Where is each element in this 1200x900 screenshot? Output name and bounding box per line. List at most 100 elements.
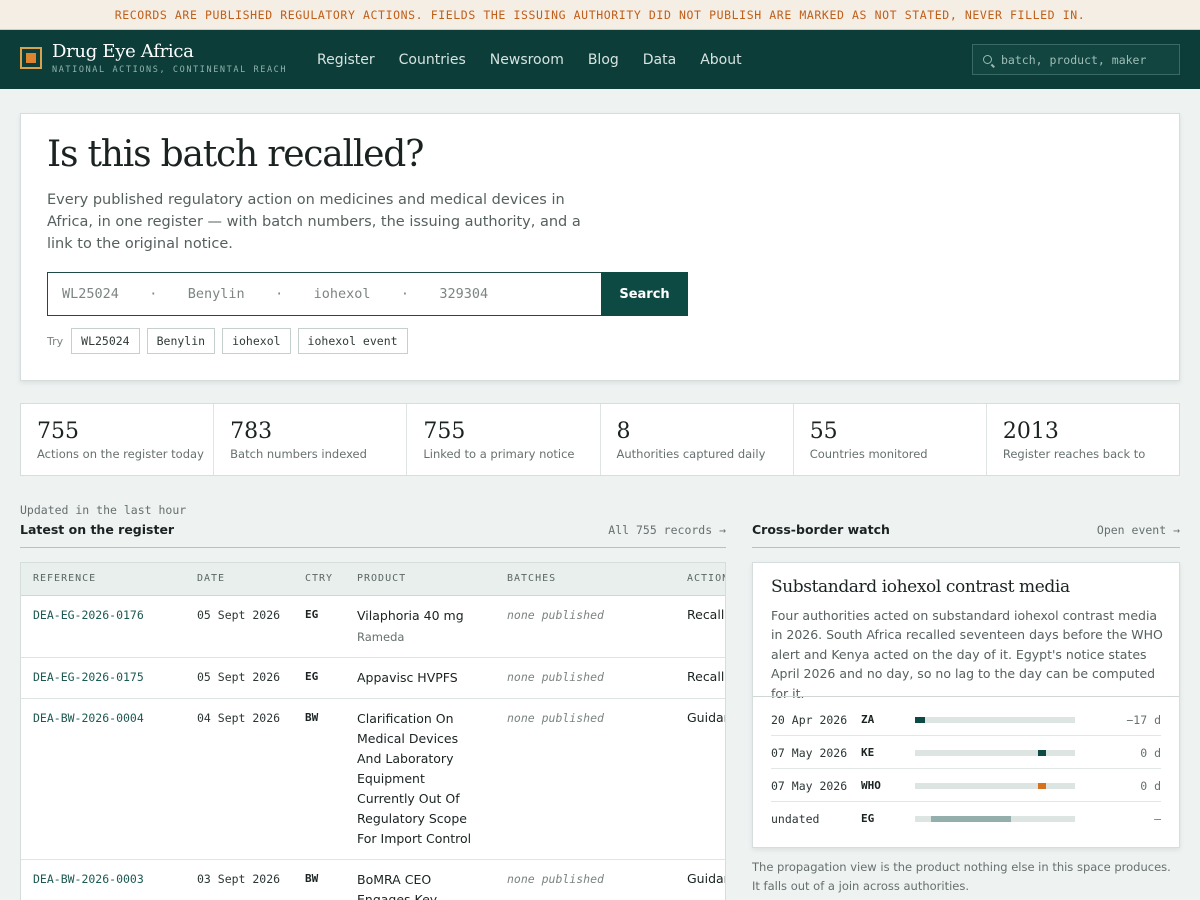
stat-label: Authorities captured daily <box>616 447 766 461</box>
timeline-date: 20 Apr 2026 <box>771 713 848 727</box>
timeline-row: 07 May 2026 WHO 0 d <box>771 769 1161 802</box>
nav-blog[interactable]: Blog <box>588 52 619 68</box>
row-reference-link[interactable]: DEA-EG-2026-0175 <box>21 657 185 699</box>
table-row[interactable]: DEA-EG-2026-0175 05 Sept 2026 EG Appavis… <box>21 657 725 699</box>
try-chip-iohexol-event[interactable]: iohexol event <box>297 328 408 354</box>
row-action: Recall <box>675 657 725 699</box>
stat-value: 8 <box>616 419 631 444</box>
row-reference-link[interactable]: DEA-BW-2026-0004 <box>21 698 185 860</box>
row-reference-link[interactable]: DEA-BW-2026-0003 <box>21 859 185 900</box>
row-product-name: Clarification On Medical Devices And Lab… <box>357 710 472 846</box>
header-search[interactable] <box>972 44 1180 75</box>
row-batches: none published <box>495 657 675 699</box>
row-product: Appavisc HVPFS <box>345 657 495 699</box>
timeline-marker <box>1038 750 1047 756</box>
table-row[interactable]: DEA-EG-2026-0176 05 Sept 2026 EG Vilapho… <box>21 595 725 658</box>
hero-title: Is this batch recalled? <box>47 134 424 175</box>
main-nav: Register Countries Newsroom Blog Data Ab… <box>317 30 766 89</box>
row-maker: Rameda <box>357 629 405 644</box>
timeline-marker <box>915 717 925 723</box>
stat-since: 2013 Register reaches back to <box>987 404 1179 475</box>
open-event-link[interactable]: Open event → <box>1097 523 1180 537</box>
header-search-input[interactable] <box>1001 52 1171 67</box>
timeline-track <box>915 816 1075 822</box>
top-navigation-bar: Drug Eye Africa NATIONAL ACTIONS, CONTIN… <box>0 30 1200 89</box>
batch-search-input[interactable] <box>62 286 592 302</box>
try-suggestions: Try WL25024 Benylin iohexol iohexol even… <box>47 328 415 354</box>
event-title[interactable]: Substandard iohexol contrast media <box>771 577 1070 597</box>
col-reference[interactable]: REFERENCE <box>21 563 185 595</box>
nav-countries[interactable]: Countries <box>399 52 466 68</box>
event-card[interactable]: Substandard iohexol contrast media Four … <box>752 562 1180 848</box>
hero-lead: Every published regulatory action on med… <box>47 192 581 252</box>
try-chip-benylin[interactable]: Benylin <box>146 328 216 354</box>
row-batches: none published <box>495 698 675 860</box>
col-date[interactable]: DATE <box>185 563 293 595</box>
latest-divider <box>20 547 726 548</box>
timeline-row: undated EG — <box>771 802 1161 835</box>
stat-value: 783 <box>230 419 273 444</box>
brand-tagline: NATIONAL ACTIONS, CONTINENTAL REACH <box>52 65 288 75</box>
timeline-authority: EG <box>861 812 875 825</box>
col-batches[interactable]: BATCHES <box>495 563 675 595</box>
try-chip-wl25024[interactable]: WL25024 <box>71 328 140 354</box>
nav-register[interactable]: Register <box>317 52 375 68</box>
table-header-row: REFERENCE DATE CTRY PRODUCT BATCHES ACTI… <box>21 563 725 595</box>
stat-authorities: 8 Authorities captured daily <box>601 404 794 475</box>
try-chip-iohexol[interactable]: iohexol <box>222 328 291 354</box>
square-logo-icon[interactable] <box>20 47 42 69</box>
all-records-link[interactable]: All 755 records → <box>608 523 726 537</box>
timeline-row: 07 May 2026 KE 0 d <box>771 736 1161 769</box>
row-country: BW <box>293 698 345 860</box>
disclaimer-banner: RECORDS ARE PUBLISHED REGULATORY ACTIONS… <box>0 0 1200 30</box>
row-product-name: BoMRA CEO Engages Key Veterinary <box>357 871 438 900</box>
timeline-lag: 0 d <box>1140 779 1161 793</box>
brand[interactable]: Drug Eye Africa NATIONAL ACTIONS, CONTIN… <box>52 41 287 75</box>
updated-note: Updated in the last hour <box>20 503 187 517</box>
col-product[interactable]: PRODUCT <box>345 563 495 595</box>
timeline-authority: WHO <box>861 779 881 792</box>
timeline-track <box>915 783 1075 789</box>
hero-card: Is this batch recalled? Every published … <box>20 113 1180 381</box>
event-divider <box>753 696 1179 697</box>
row-reference-link[interactable]: DEA-EG-2026-0176 <box>21 595 185 658</box>
stat-label: Register reaches back to <box>1002 447 1146 461</box>
latest-section-title: Latest on the register <box>20 522 175 537</box>
stat-label: Batch numbers indexed <box>230 447 367 461</box>
timeline-lag: 0 d <box>1140 746 1161 760</box>
stat-value: 755 <box>37 419 79 444</box>
stat-value: 2013 <box>1002 419 1059 444</box>
propagation-footnote: The propagation view is the product noth… <box>752 860 1171 893</box>
row-batches: none published <box>495 595 675 658</box>
search-button[interactable]: Search <box>601 272 688 316</box>
row-product-name: Appavisc HVPFS <box>357 669 458 685</box>
row-action: Guidance <box>675 698 725 860</box>
brand-name: Drug Eye Africa <box>52 41 194 62</box>
stat-countries: 55 Countries monitored <box>794 404 987 475</box>
col-country[interactable]: CTRY <box>293 563 345 595</box>
stat-batches: 783 Batch numbers indexed <box>214 404 408 475</box>
nav-about[interactable]: About <box>700 52 741 68</box>
timeline-date: 07 May 2026 <box>771 779 848 793</box>
nav-data[interactable]: Data <box>643 52 676 68</box>
col-action[interactable]: ACTION <box>675 563 725 595</box>
batch-search-box[interactable] <box>47 272 601 316</box>
table-row[interactable]: DEA-BW-2026-0003 03 Sept 2026 BW BoMRA C… <box>21 859 725 900</box>
timeline-authority: KE <box>861 746 875 759</box>
row-product: BoMRA CEO Engages Key Veterinary <box>345 859 495 900</box>
row-action: Recall <box>675 595 725 658</box>
register-table: REFERENCE DATE CTRY PRODUCT BATCHES ACTI… <box>20 562 726 900</box>
row-product: Clarification On Medical Devices And Lab… <box>345 698 495 860</box>
stats-strip: 755 Actions on the register today 783 Ba… <box>20 403 1180 476</box>
nav-newsroom[interactable]: Newsroom <box>490 52 564 68</box>
stat-linked: 755 Linked to a primary notice <box>407 404 601 475</box>
timeline-date: 07 May 2026 <box>771 746 848 760</box>
row-country: EG <box>293 595 345 658</box>
timeline-marker <box>1038 783 1047 789</box>
timeline-lag: — <box>1154 812 1161 826</box>
table-row[interactable]: DEA-BW-2026-0004 04 Sept 2026 BW Clarifi… <box>21 698 725 860</box>
stat-value: 55 <box>809 419 838 444</box>
timeline-track <box>915 750 1075 756</box>
timeline-authority: ZA <box>861 713 875 726</box>
event-summary: Four authorities acted on substandard io… <box>771 608 1163 701</box>
